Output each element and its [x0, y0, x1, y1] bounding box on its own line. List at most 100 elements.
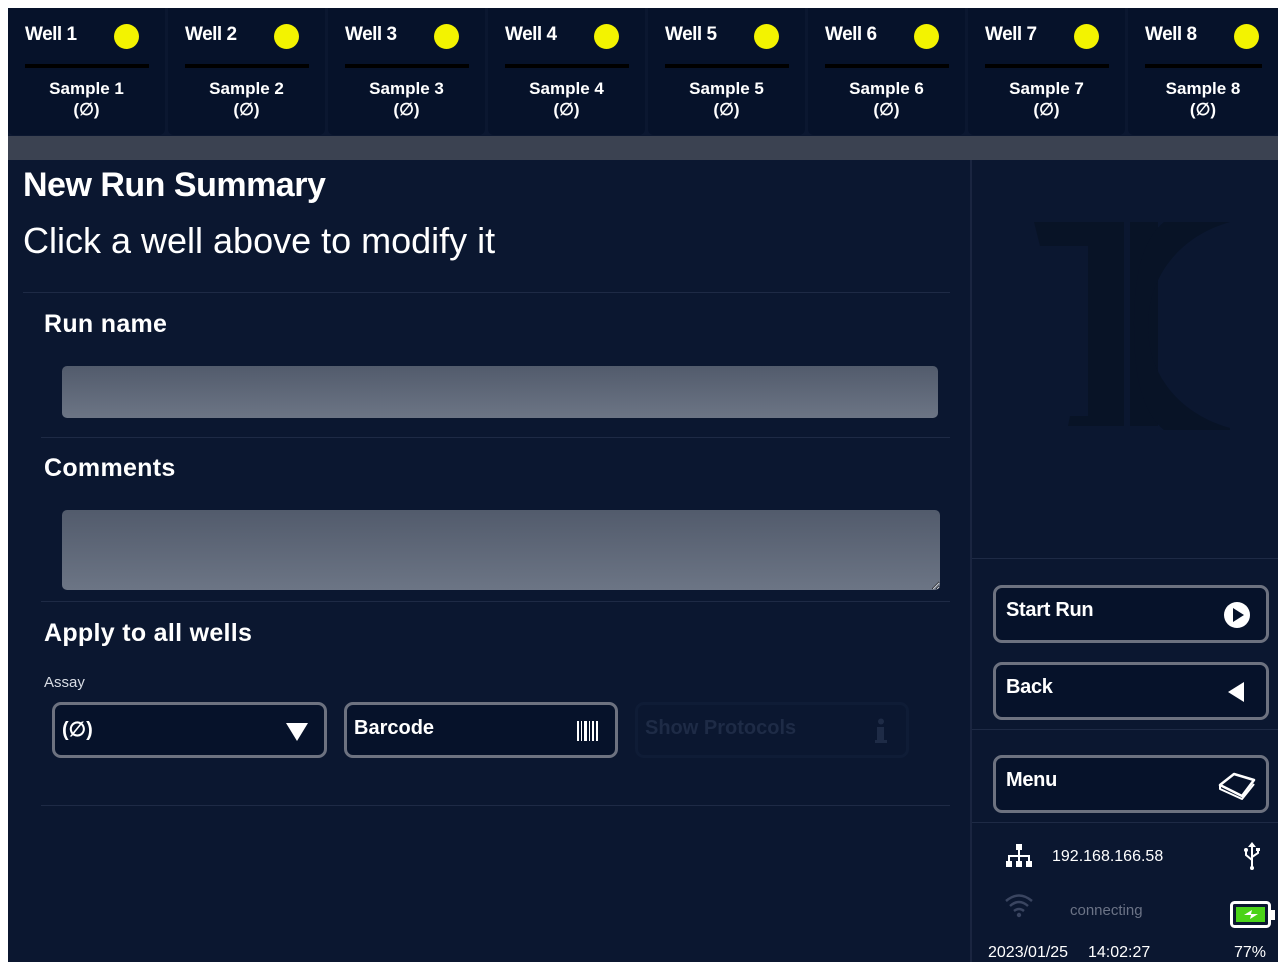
- assay-label: Assay: [44, 674, 85, 691]
- sample-name: Sample 6: [849, 79, 924, 98]
- well-status-dot: [1074, 24, 1099, 49]
- well-tile-1[interactable]: Well 1 Sample 1 (∅): [8, 8, 165, 135]
- sample-value: (∅): [233, 100, 260, 119]
- sample-value: (∅): [873, 100, 900, 119]
- barcode-icon: [577, 721, 598, 741]
- sample-value: (∅): [73, 100, 100, 119]
- well-sample: Sample 2 (∅): [168, 78, 325, 120]
- well-tile-8[interactable]: Well 8 Sample 8 (∅): [1128, 8, 1278, 135]
- start-run-button[interactable]: Start Run: [993, 585, 1269, 643]
- well-divider: [185, 64, 309, 68]
- assay-selected-value: (∅): [62, 719, 93, 741]
- wifi-icon: [1005, 894, 1033, 918]
- well-name: Well 1: [25, 24, 77, 45]
- page-subtitle: Click a well above to modify it: [23, 220, 496, 261]
- well-divider: [825, 64, 949, 68]
- well-divider: [1145, 64, 1262, 68]
- well-tile-3[interactable]: Well 3 Sample 3 (∅): [328, 8, 485, 135]
- well-name: Well 6: [825, 24, 877, 45]
- well-name: Well 8: [1145, 24, 1197, 45]
- well-tile-6[interactable]: Well 6 Sample 6 (∅): [808, 8, 965, 135]
- divider: [972, 822, 1278, 823]
- battery-percent: 77%: [1234, 944, 1267, 961]
- comments-textarea[interactable]: [62, 510, 940, 590]
- well-sample: Sample 7 (∅): [968, 78, 1125, 120]
- well-status-dot: [434, 24, 459, 49]
- run-name-label: Run name: [44, 310, 168, 338]
- well-name: Well 4: [505, 24, 557, 45]
- divider: [972, 729, 1278, 730]
- sample-name: Sample 7: [1009, 79, 1084, 98]
- sample-name: Sample 1: [49, 79, 124, 98]
- well-status-dot: [594, 24, 619, 49]
- divider: [41, 805, 950, 806]
- side-panel: Start Run Back Menu 192.168.166.58 conne…: [970, 160, 1278, 962]
- sample-value: (∅): [553, 100, 580, 119]
- network-icon: [1006, 844, 1032, 867]
- wifi-status: connecting: [1070, 902, 1143, 919]
- well-name: Well 3: [345, 24, 397, 45]
- ip-address: 192.168.166.58: [1052, 848, 1164, 865]
- divider: [972, 558, 1278, 559]
- well-status-dot: [114, 24, 139, 49]
- sample-name: Sample 8: [1165, 79, 1241, 98]
- usb-icon: [1244, 842, 1260, 870]
- page-title: New Run Summary: [23, 166, 326, 204]
- sample-value: (∅): [713, 100, 740, 119]
- well-divider: [665, 64, 789, 68]
- well-sample: Sample 3 (∅): [328, 78, 485, 120]
- header-divider-strip: [8, 136, 1278, 160]
- well-status-dot: [274, 24, 299, 49]
- info-icon: [875, 718, 887, 743]
- well-sample: Sample 8 (∅): [1128, 78, 1278, 120]
- well-name: Well 7: [985, 24, 1037, 45]
- well-status-dot: [1234, 24, 1259, 49]
- instrument-screen: Well 1 Sample 1 (∅) Well 2 Sample 2 (∅) …: [8, 8, 1278, 962]
- well-sample: Sample 6 (∅): [808, 78, 965, 120]
- barcode-button-label: Barcode: [354, 717, 435, 739]
- well-name: Well 5: [665, 24, 717, 45]
- apply-all-wells-label: Apply to all wells: [44, 619, 253, 647]
- well-sample: Sample 5 (∅): [648, 78, 805, 120]
- assay-select[interactable]: (∅): [52, 702, 327, 758]
- well-divider: [505, 64, 629, 68]
- run-summary-panel: New Run Summary Click a well above to mo…: [8, 160, 970, 962]
- barcode-button[interactable]: Barcode: [344, 702, 618, 758]
- well-status-dot: [914, 24, 939, 49]
- sample-value: (∅): [393, 100, 420, 119]
- date: 2023/01/25: [988, 944, 1069, 961]
- menu-label: Menu: [1006, 769, 1058, 791]
- well-divider: [345, 64, 469, 68]
- well-sample: Sample 4 (∅): [488, 78, 645, 120]
- start-run-label: Start Run: [1006, 599, 1094, 621]
- back-arrow-icon: [1228, 682, 1244, 702]
- play-circle-icon: [1224, 602, 1250, 628]
- divider: [23, 292, 950, 293]
- run-name-input[interactable]: [62, 366, 938, 418]
- battery-icon: [1230, 901, 1275, 928]
- comments-label: Comments: [44, 454, 176, 482]
- sample-value: (∅): [1189, 100, 1217, 119]
- well-tile-2[interactable]: Well 2 Sample 2 (∅): [168, 8, 325, 135]
- well-sample: Sample 1 (∅): [8, 78, 165, 120]
- show-protocols-button[interactable]: Show Protocols: [635, 702, 909, 758]
- well-name: Well 2: [185, 24, 237, 45]
- well-status-dot: [754, 24, 779, 49]
- back-label: Back: [1006, 676, 1053, 698]
- dropdown-triangle-icon: [286, 723, 308, 741]
- well-divider: [25, 64, 149, 68]
- menu-button[interactable]: Menu: [993, 755, 1269, 813]
- well-tile-7[interactable]: Well 7 Sample 7 (∅): [968, 8, 1125, 135]
- time: 14:02:27: [1088, 944, 1151, 961]
- back-button[interactable]: Back: [993, 662, 1269, 720]
- well-tile-5[interactable]: Well 5 Sample 5 (∅): [648, 8, 805, 135]
- divider: [41, 437, 950, 438]
- well-divider: [985, 64, 1109, 68]
- company-logo: [1034, 222, 1230, 430]
- sample-value: (∅): [1033, 100, 1060, 119]
- wells-bar: Well 1 Sample 1 (∅) Well 2 Sample 2 (∅) …: [8, 8, 1278, 136]
- sample-name: Sample 2: [209, 79, 284, 98]
- sample-name: Sample 5: [689, 79, 764, 98]
- well-tile-4[interactable]: Well 4 Sample 4 (∅): [488, 8, 645, 135]
- divider: [41, 601, 950, 602]
